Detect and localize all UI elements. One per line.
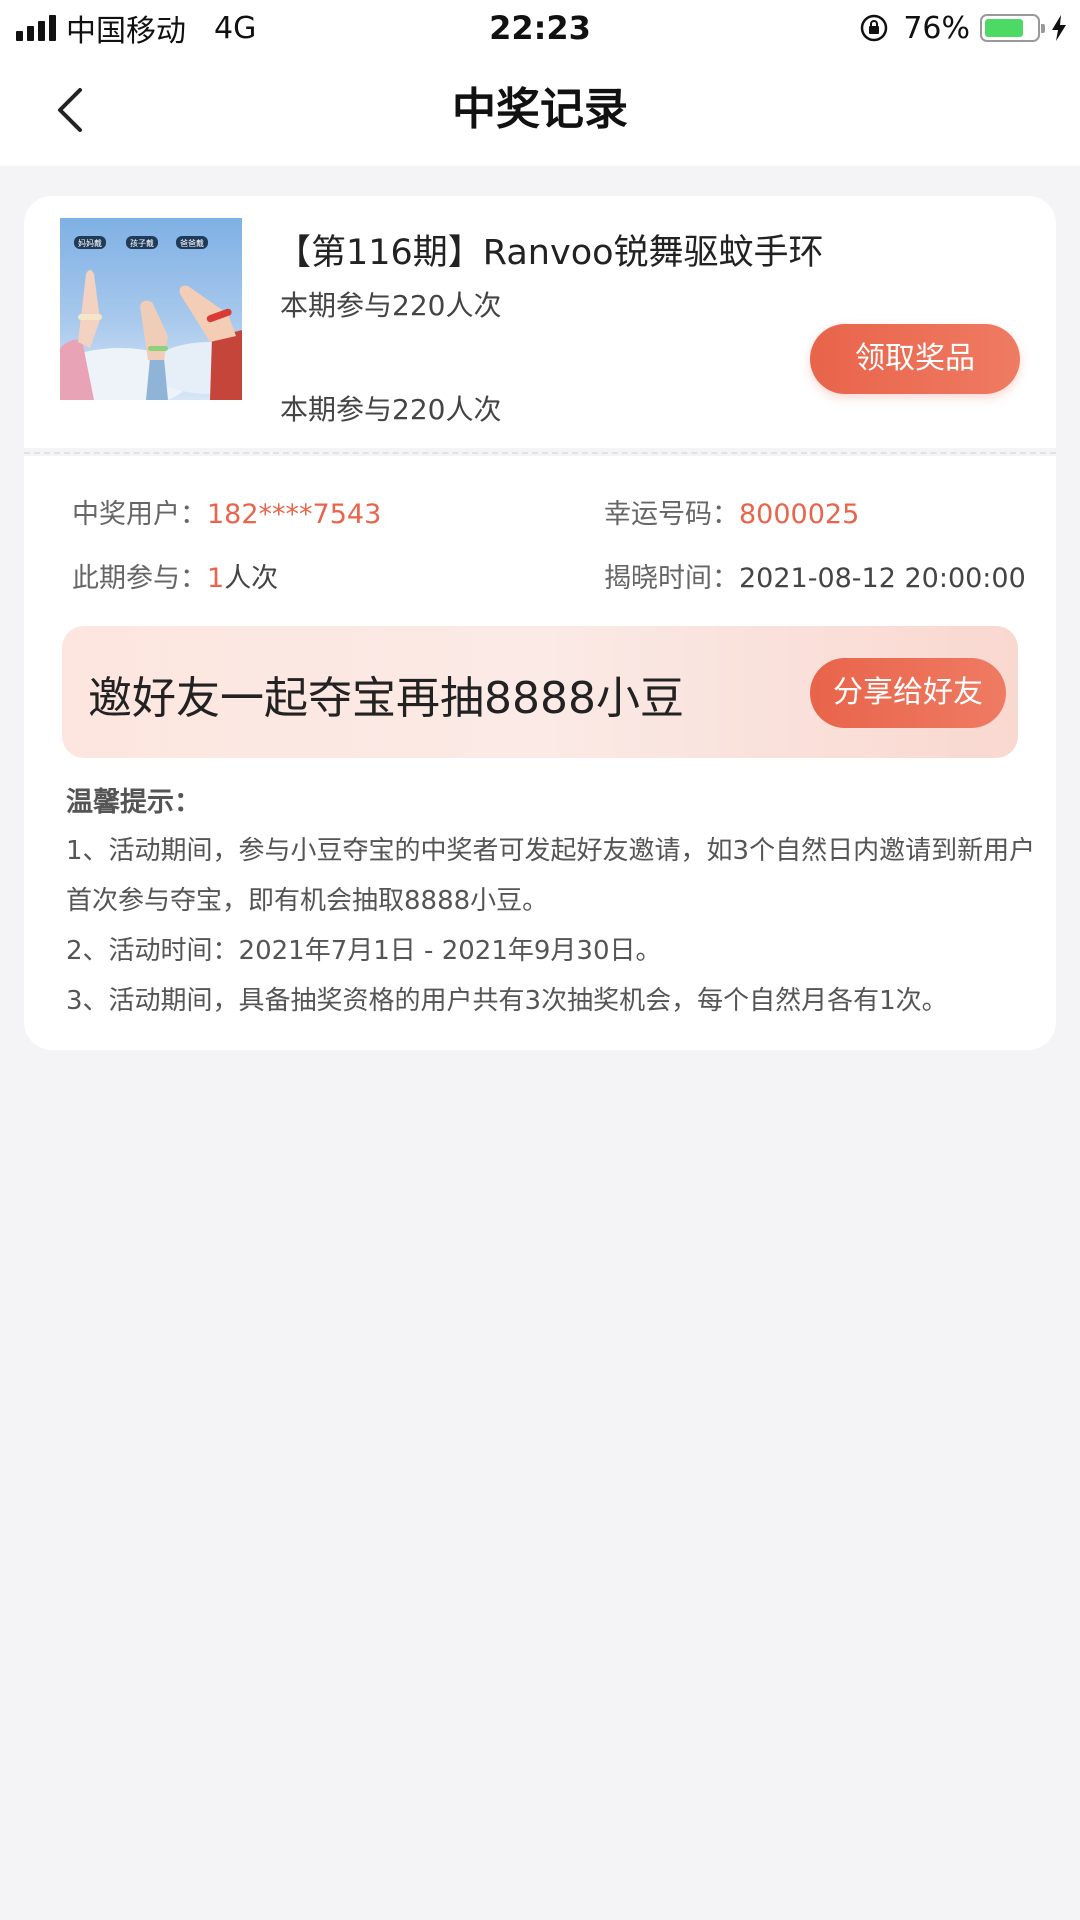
battery-fill xyxy=(985,19,1023,37)
tip-item: 1、活动期间，参与小豆夺宝的中奖者可发起好友邀请，如3个自然日内邀请到新用户首次… xyxy=(66,836,1036,916)
nav-bar: 中奖记录 xyxy=(0,54,1080,166)
participants-text: 本期参与220人次 xyxy=(280,393,502,426)
winner-user-row: 中奖用户：182****7543 xyxy=(72,492,381,531)
image-tag: 爸爸戴 xyxy=(180,238,204,248)
lucky-number-value: 8000025 xyxy=(739,499,860,530)
image-tag: 孩子戴 xyxy=(130,238,154,248)
charging-bolt-icon xyxy=(1052,15,1066,41)
claim-prize-button[interactable]: 领取奖品 xyxy=(810,324,1020,394)
tip-item: 3、活动期间，具备抽奖资格的用户共有3次抽奖机会，每个自然月各有1次。 xyxy=(66,986,948,1016)
battery-icon xyxy=(980,14,1045,42)
reveal-time-row: 揭晓时间：2021-08-12 20:00:00 xyxy=(604,556,1026,595)
invite-banner: 邀好友一起夺宝再抽8888小豆 分享给好友 xyxy=(62,626,1018,758)
status-bar: 中国移动 4G 22:23 76% xyxy=(0,0,1080,54)
product-title: 【第116期】Ranvoo锐舞驱蚊手环 xyxy=(276,233,824,273)
product-card[interactable]: 妈妈戴 孩子戴 爸爸戴 【第116期】Ranvoo锐舞驱蚊手环 本期参与220人… xyxy=(24,196,1056,448)
rotation-lock-icon xyxy=(861,14,888,42)
invite-text: 邀好友一起夺宝再抽8888小豆 xyxy=(88,673,684,724)
battery-percent: 76% xyxy=(903,10,970,46)
winner-user-value: 182****7543 xyxy=(207,499,382,530)
status-right: 76% xyxy=(859,6,1068,50)
image-tag: 妈妈戴 xyxy=(78,238,102,248)
participation-row: 此期参与：1人次 xyxy=(72,556,278,595)
reveal-time-label: 揭晓时间： xyxy=(604,563,739,594)
tips-title: 温馨提示： xyxy=(66,787,201,818)
lucky-number-row: 幸运号码：8000025 xyxy=(604,492,859,531)
detail-card: 中奖用户：182****7543 幸运号码：8000025 此期参与：1人次 揭… xyxy=(24,456,1056,1050)
product-photo: 妈妈戴 孩子戴 爸爸戴 xyxy=(60,236,242,400)
winner-user-label: 中奖用户： xyxy=(72,499,207,530)
participation-count: 1 xyxy=(207,563,225,594)
reveal-time-value: 2021-08-12 20:00:00 xyxy=(739,563,1026,594)
tip-item: 2、活动时间：2021年7月1日 - 2021年9月30日。 xyxy=(66,936,662,966)
dashed-divider xyxy=(24,452,1056,454)
participation-unit: 人次 xyxy=(224,563,279,594)
participants-text: 本期参与220人次 xyxy=(280,289,502,322)
lucky-number-label: 幸运号码： xyxy=(604,499,739,530)
page-title: 中奖记录 xyxy=(452,84,628,135)
tips-list: 1、活动期间，参与小豆夺宝的中奖者可发起好友邀请，如3个自然日内邀请到新用户首次… xyxy=(66,826,1036,1026)
participation-label: 此期参与： xyxy=(72,563,207,594)
product-image: 妈妈戴 孩子戴 爸爸戴 xyxy=(60,218,242,400)
share-to-friend-button[interactable]: 分享给好友 xyxy=(810,658,1006,728)
